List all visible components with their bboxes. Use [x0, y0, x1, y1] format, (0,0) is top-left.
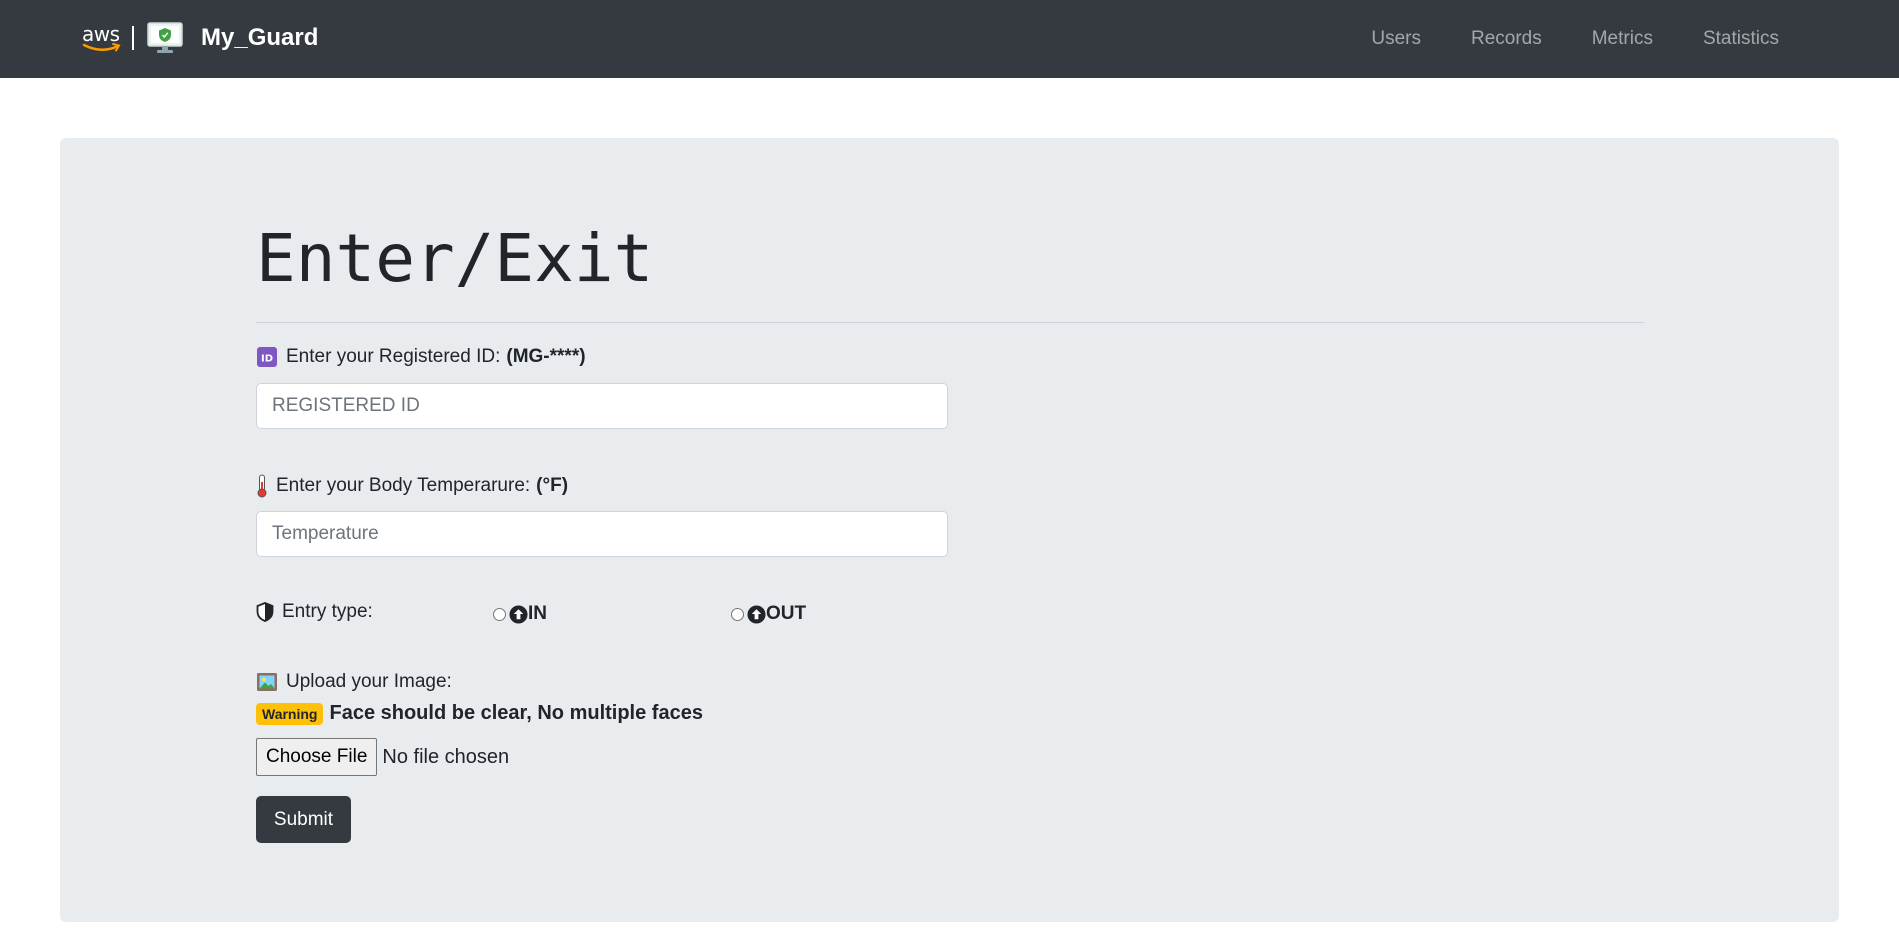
temperature-unit-hint: (°F)	[536, 475, 569, 496]
nav-links: Users Records Metrics Statistics	[1321, 0, 1779, 78]
submit-button[interactable]: Submit	[256, 796, 351, 843]
shield-half-icon	[256, 602, 274, 622]
arrow-up-circle-icon	[747, 604, 766, 624]
thermometer-icon	[257, 474, 267, 498]
warning-badge: Warning	[256, 702, 324, 725]
upload-warning: Warning Face should be clear, No multipl…	[256, 702, 703, 725]
nav-link-metrics[interactable]: Metrics	[1592, 28, 1653, 50]
aws-logo: aws	[82, 20, 124, 56]
warning-text: Face should be clear, No multiple faces	[329, 702, 703, 724]
nav-link-users[interactable]: Users	[1371, 28, 1421, 50]
registered-id-input[interactable]	[256, 383, 948, 429]
nav-link-statistics[interactable]: Statistics	[1703, 28, 1779, 50]
entry-type-out-label: OUT	[766, 603, 807, 624]
svg-text:ID: ID	[261, 354, 273, 365]
entry-type-in-radio[interactable]	[493, 607, 506, 621]
temperature-label: Enter your Body Temperarure: (°F)	[256, 474, 568, 498]
arrow-up-circle-icon	[509, 604, 528, 624]
brand[interactable]: aws My_Guard	[82, 20, 318, 56]
entry-type-in-option[interactable]: IN	[493, 603, 547, 625]
entry-type-out-radio[interactable]	[731, 607, 744, 621]
registered-id-label: ID Enter your Registered ID: (MG-****)	[256, 346, 586, 368]
choose-file-button[interactable]: Choose File	[256, 738, 378, 776]
id-button-emoji: ID	[257, 347, 277, 367]
temperature-input[interactable]	[256, 511, 948, 557]
registered-id-format-hint: (MG-****)	[506, 346, 586, 367]
entry-type-out-option[interactable]: OUT	[731, 603, 806, 625]
brand-divider	[132, 26, 134, 50]
enter-exit-panel: Enter/Exit ID Enter your Registered ID: …	[60, 138, 1839, 922]
brand-name: My_Guard	[201, 24, 319, 51]
title-divider	[256, 322, 1644, 323]
monitor-shield-icon	[147, 22, 183, 53]
aws-smile-icon	[82, 43, 121, 52]
page-title: Enter/Exit	[256, 220, 654, 297]
entry-type-label: Entry type:	[256, 601, 373, 623]
top-navbar: aws My_Guard Users Records Metrics Stati…	[0, 0, 1899, 78]
framed-picture-emoji	[257, 673, 277, 691]
upload-label: Upload your Image:	[256, 671, 452, 693]
file-status: No file chosen	[382, 745, 510, 768]
nav-link-records[interactable]: Records	[1471, 28, 1542, 50]
entry-type-in-label: IN	[528, 603, 547, 624]
file-input[interactable]: Choose File No file chosen	[256, 738, 509, 776]
